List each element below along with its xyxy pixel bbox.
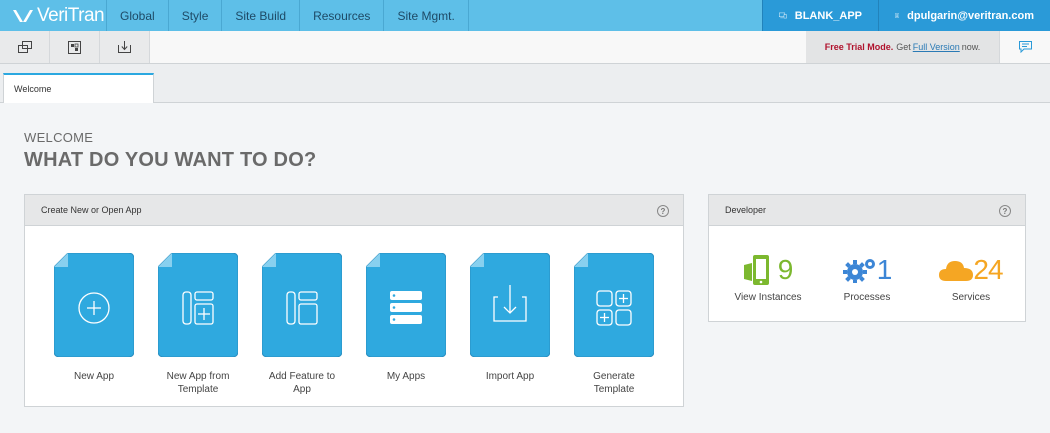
trial-banner: Free Trial Mode. Get Full Version now.	[806, 31, 999, 63]
app-name: BLANK_APP	[794, 9, 862, 22]
services-count: 24	[973, 254, 1003, 285]
generate-template-icon	[573, 252, 655, 358]
download-button[interactable]	[100, 31, 150, 63]
logo-text: VeriTran	[37, 4, 105, 26]
tile-label-line1: Import App	[485, 371, 535, 382]
open-folder-icon	[17, 41, 32, 53]
tile-label-line2: Template	[177, 384, 219, 395]
tab-strip: Welcome	[0, 64, 1050, 103]
devices-icon	[779, 12, 787, 19]
help-icon[interactable]: ?	[999, 205, 1011, 217]
page-title: WHAT DO YOU WANT TO DO?	[24, 149, 317, 171]
services-label: Services	[951, 292, 991, 303]
page-subtitle: WELCOME	[24, 130, 94, 145]
view-instances-label: View Instances	[734, 292, 802, 303]
nav-resources[interactable]: Resources	[300, 0, 385, 31]
my-apps-tile[interactable]: My Apps	[365, 252, 447, 383]
tile-label: New App from Template	[157, 370, 239, 396]
template-icon	[157, 252, 239, 358]
tile-label: Add Feature to App	[261, 370, 343, 396]
new-app-icon	[53, 252, 135, 358]
processes-stat[interactable]: 1 Processes	[827, 255, 907, 303]
import-app-icon	[469, 252, 551, 358]
cloud-icon	[939, 261, 974, 281]
layout-button[interactable]	[50, 31, 100, 63]
tile-label-line2: App	[293, 384, 311, 395]
panel-header: Create New or Open App ?	[25, 195, 683, 226]
tile-label: My Apps	[365, 370, 447, 383]
nav-style[interactable]: Style	[169, 0, 223, 31]
help-icon[interactable]: ?	[657, 205, 669, 217]
tile-label: Import App	[469, 370, 551, 383]
tile-label: New App	[53, 370, 135, 383]
developer-panel: Developer ? 9 View Instances 1 Processes…	[708, 194, 1026, 322]
add-feature-icon	[261, 252, 343, 358]
chat-button[interactable]	[999, 31, 1050, 63]
tile-label-line1: Generate	[593, 371, 635, 382]
my-apps-icon	[365, 252, 447, 358]
view-instances-count: 9	[777, 254, 794, 285]
panel-title: Developer	[725, 205, 767, 215]
nav-site-mgmt[interactable]: Site Mgmt.	[384, 0, 469, 31]
layout-grid-icon	[68, 40, 81, 54]
mobile-devices-icon	[743, 255, 769, 285]
new-app-from-template-tile[interactable]: New App from Template	[157, 252, 239, 396]
full-version-link[interactable]: Full Version	[913, 42, 960, 52]
user-menu[interactable]: dpulgarin@veritran.com	[878, 0, 1050, 31]
user-email: dpulgarin@veritran.com	[907, 9, 1034, 22]
tile-label-line1: Add Feature to	[268, 371, 336, 382]
veritran-logo[interactable]: VeriTran	[0, 0, 107, 31]
nav-site-build[interactable]: Site Build	[222, 0, 301, 31]
tile-label-line1: New App	[73, 371, 115, 382]
app-selector[interactable]: BLANK_APP	[762, 0, 878, 31]
processes-label: Processes	[843, 292, 891, 303]
trial-now-text: now.	[961, 42, 981, 52]
open-button[interactable]	[0, 31, 50, 63]
new-app-tile[interactable]: New App	[53, 252, 135, 383]
tile-label-line1: New App from	[166, 371, 230, 382]
processes-count: 1	[876, 254, 893, 285]
import-app-tile[interactable]: Import App	[469, 252, 551, 383]
user-icon	[895, 13, 900, 18]
toolbar: Free Trial Mode. Get Full Version now.	[0, 31, 1050, 64]
tile-label-line2: Template	[593, 384, 635, 395]
panel-header: Developer ?	[709, 195, 1025, 226]
gears-icon	[842, 259, 875, 283]
add-feature-tile[interactable]: Add Feature to App	[261, 252, 343, 396]
top-navbar: VeriTran Global Style Site Build Resourc…	[0, 0, 1050, 31]
panel-title: Create New or Open App	[41, 205, 142, 215]
trial-mode-label: Free Trial Mode.	[824, 42, 894, 52]
tab-welcome[interactable]: Welcome	[3, 73, 154, 103]
services-stat[interactable]: 24 Services	[929, 255, 1013, 303]
trial-get-text: Get	[896, 42, 911, 52]
toolbar-spacer	[150, 31, 806, 63]
generate-template-tile[interactable]: Generate Template	[573, 252, 655, 396]
chat-icon	[1018, 41, 1032, 53]
nav-global[interactable]: Global	[107, 0, 169, 31]
create-app-panel: Create New or Open App ? New App New App…	[24, 194, 684, 407]
download-icon	[118, 41, 131, 53]
logo-mark-icon	[13, 9, 33, 22]
tile-label: Generate Template	[573, 370, 655, 396]
view-instances-stat[interactable]: 9 View Instances	[723, 255, 813, 303]
tile-label-line1: My Apps	[386, 371, 426, 382]
